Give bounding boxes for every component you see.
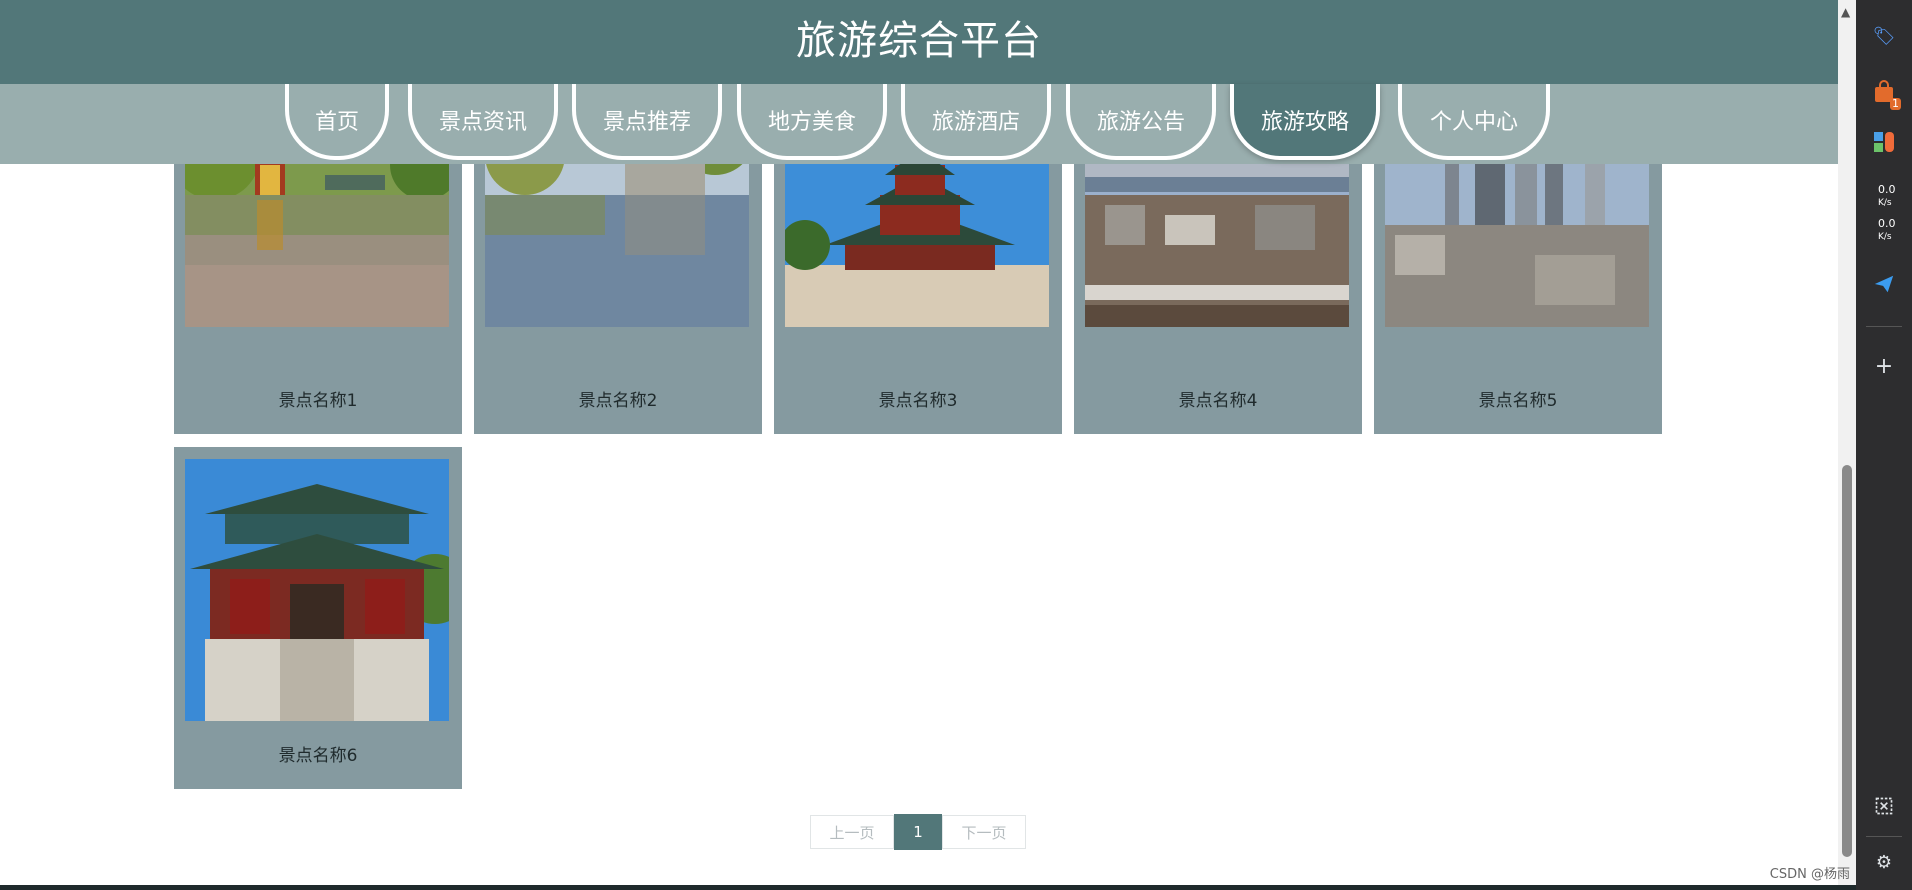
attraction-card[interactable]: 景点名称3	[774, 65, 1062, 434]
panel-divider	[1866, 836, 1902, 837]
tag-icon[interactable]: 🏷	[1870, 22, 1898, 50]
main-nav: 首页 景点资讯 景点推荐 地方美食 旅游酒店 旅游公告 旅游攻略 个人中心	[0, 84, 1838, 164]
attraction-photo[interactable]	[185, 459, 449, 721]
site-title: 旅游综合平台	[796, 18, 1042, 64]
add-icon[interactable]: +	[1870, 352, 1898, 380]
panel-divider	[1866, 326, 1902, 327]
pagination: 上一页 1 下一页	[810, 814, 1026, 851]
upload-rate: 0.0	[1878, 183, 1896, 196]
attraction-card[interactable]: 景点名称1	[174, 65, 462, 434]
attraction-name[interactable]: 景点名称2	[474, 386, 762, 411]
scroll-up-arrow-icon[interactable]: ▲	[1841, 5, 1850, 19]
nav-item-travel-guides[interactable]: 旅游攻略	[1230, 84, 1380, 160]
nav-item-hotels[interactable]: 旅游酒店	[901, 84, 1051, 160]
prev-page-button[interactable]: 上一页	[810, 815, 894, 849]
nav-item-local-food[interactable]: 地方美食	[737, 84, 887, 160]
browser-side-panel: 🏷 1 0.0 K/s 0.0 K/s + ⚙	[1856, 0, 1912, 890]
next-page-button[interactable]: 下一页	[942, 815, 1026, 849]
page-content: 景点名称1 景点名称2 景点名称3 景点名称4 景点名称5 景点名称6 上一页 …	[0, 0, 1838, 885]
attraction-card[interactable]: 景点名称5	[1374, 65, 1662, 434]
download-rate: 0.0	[1878, 217, 1896, 230]
attraction-card[interactable]: 景点名称2	[474, 65, 762, 434]
notification-badge: 1	[1890, 97, 1901, 110]
watermark-text: CSDN @杨雨	[1769, 867, 1850, 882]
send-icon[interactable]	[1870, 270, 1898, 298]
nav-item-attraction-news[interactable]: 景点资讯	[408, 84, 558, 160]
download-unit: K/s	[1878, 232, 1892, 242]
nav-item-personal-center[interactable]: 个人中心	[1398, 84, 1550, 160]
attraction-name[interactable]: 景点名称6	[174, 741, 462, 766]
attraction-name[interactable]: 景点名称5	[1374, 386, 1662, 411]
attraction-name[interactable]: 景点名称4	[1074, 386, 1362, 411]
page-number-button[interactable]: 1	[894, 814, 942, 850]
settings-gear-icon[interactable]: ⚙	[1870, 848, 1898, 876]
apps-icon[interactable]	[1870, 128, 1898, 156]
site-header: 旅游综合平台	[0, 0, 1838, 84]
attraction-name[interactable]: 景点名称1	[174, 386, 462, 411]
nav-item-announcements[interactable]: 旅游公告	[1066, 84, 1216, 160]
upload-unit: K/s	[1878, 198, 1892, 208]
window-bottom-edge	[0, 885, 1856, 890]
scrollbar-thumb[interactable]	[1842, 465, 1852, 857]
attraction-card[interactable]: 景点名称4	[1074, 65, 1362, 434]
attraction-name[interactable]: 景点名称3	[774, 386, 1062, 411]
nav-item-home[interactable]: 首页	[285, 84, 389, 160]
nav-item-attraction-recommend[interactable]: 景点推荐	[572, 84, 722, 160]
attraction-card[interactable]: 景点名称6	[174, 447, 462, 789]
screenshot-icon[interactable]	[1870, 792, 1898, 820]
